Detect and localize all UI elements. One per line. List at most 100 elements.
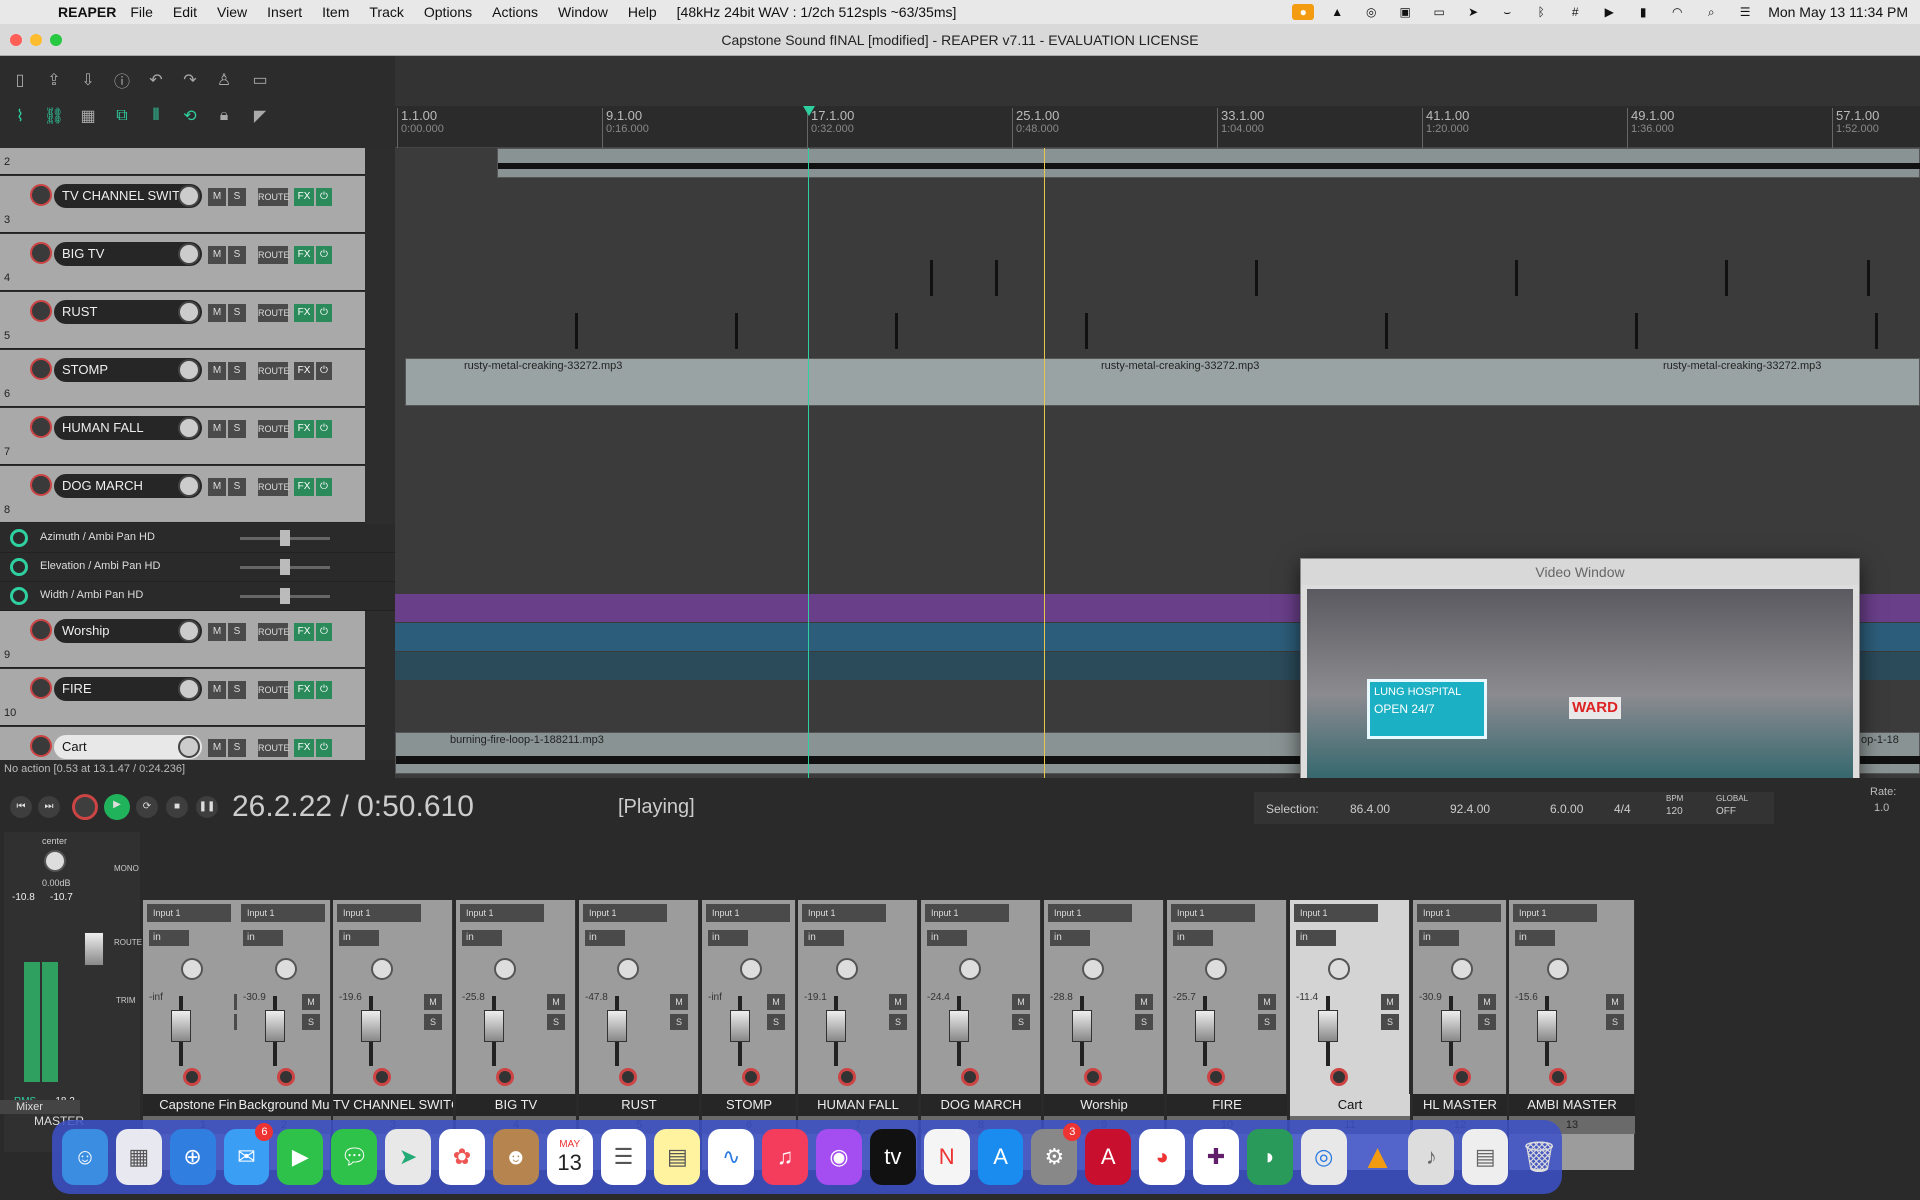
mute-button[interactable]: M [208,188,226,206]
input-monitor[interactable]: in [927,930,967,946]
send-icon[interactable]: ➤ [1462,4,1484,20]
input-select[interactable]: Input 1 [460,904,544,922]
volume-knob[interactable] [178,678,200,700]
record-arm-button[interactable] [1207,1068,1225,1086]
documents-stack-icon[interactable]: ▤ [1462,1129,1509,1185]
midi-event[interactable] [1515,260,1518,296]
fx-button[interactable]: FX [294,420,314,438]
undo-icon[interactable]: ↶ [144,68,168,92]
mute-button[interactable]: M [208,739,226,757]
global-automation[interactable]: OFF [1716,806,1736,817]
mute-button[interactable]: M [208,304,226,322]
record-arm-button[interactable] [1453,1068,1471,1086]
midi-event[interactable] [1635,313,1638,349]
input-monitor[interactable]: in [585,930,625,946]
envelope-arm-icon[interactable] [10,529,28,547]
solo-button[interactable]: S [670,1014,688,1030]
route-button[interactable]: ROUTE [258,362,290,380]
solo-button[interactable]: S [228,739,246,757]
reminders-icon[interactable]: ☰ [600,1129,647,1185]
link-icon[interactable]: ⛓ [42,104,66,128]
input-select[interactable]: Input 1 [337,904,421,922]
fx-bypass-icon[interactable]: ⏻ [316,362,332,380]
mute-button[interactable]: M [1258,994,1276,1010]
volume-fader[interactable] [265,1010,285,1042]
solo-button[interactable]: S [1135,1014,1153,1030]
record-button[interactable] [72,794,98,820]
menu-actions[interactable]: Actions [492,4,538,20]
input-select[interactable]: Input 1 [147,904,231,922]
trash-icon[interactable]: 🗑︎ [1516,1129,1562,1185]
track-7[interactable]: 7 HUMAN FALL M S ROUTE FX ⏻ [0,408,365,465]
volume-knob[interactable] [178,243,200,265]
record-arm-button[interactable] [1084,1068,1102,1086]
freeform-icon[interactable]: ∿ [708,1129,755,1185]
envelope-tool-icon[interactable]: ◤ [248,104,272,128]
solo-button[interactable]: S [1012,1014,1030,1030]
volume-fader[interactable] [1537,1010,1557,1042]
track-10[interactable]: 10 FIRE M S ROUTE FX ⏻ [0,669,365,726]
fx-button[interactable]: FX [294,188,314,206]
volume-fader[interactable] [949,1010,969,1042]
record-arm-button[interactable] [30,474,52,496]
finder-icon[interactable]: ☺ [62,1129,108,1185]
solo-button[interactable]: S [228,362,246,380]
route-button[interactable]: ROUTE [258,188,290,206]
volume-fader[interactable] [484,1010,504,1042]
track-9[interactable]: 9 Worship M S ROUTE FX ⏻ [0,611,365,668]
selection-start[interactable]: 86.4.00 [1350,802,1390,816]
input-select[interactable]: Input 1 [1294,904,1378,922]
solo-button[interactable]: S [1478,1014,1496,1030]
midi-event[interactable] [1875,313,1878,349]
chrome-icon[interactable]: ◕ [1139,1129,1186,1185]
solo-button[interactable]: S [228,420,246,438]
close-window-button[interactable] [10,34,22,46]
midi-event[interactable] [895,313,898,349]
record-arm-button[interactable] [1549,1068,1567,1086]
input-monitor[interactable]: in [149,930,189,946]
mute-button[interactable]: M [1381,994,1399,1010]
input-monitor[interactable]: in [462,930,502,946]
mustache-icon[interactable]: ⌣ [1496,4,1518,20]
volume-fader[interactable] [361,1010,381,1042]
mute-button[interactable]: M [302,994,320,1010]
apple-tv-icon[interactable]: tv [869,1129,916,1185]
record-arm-button[interactable] [373,1068,391,1086]
record-arm-button[interactable] [742,1068,760,1086]
pan-knob[interactable] [494,958,516,980]
menu-track[interactable]: Track [369,4,403,20]
solo-button[interactable]: S [424,1014,442,1030]
solo-button[interactable]: S [1258,1014,1276,1030]
record-arm-button[interactable] [30,735,52,757]
record-arm-button[interactable] [30,242,52,264]
fx-button[interactable]: FX [294,362,314,380]
leaf-app-icon[interactable]: ◗ [1246,1129,1293,1185]
record-arm-button[interactable] [961,1068,979,1086]
volume-knob[interactable] [178,359,200,381]
app-store-icon[interactable]: A [977,1129,1024,1185]
input-monitor[interactable]: in [708,930,748,946]
mute-button[interactable]: M [208,623,226,641]
fx-button[interactable]: FX [294,304,314,322]
quicktime-icon[interactable]: ◎ [1300,1129,1347,1185]
safari-icon[interactable]: ⊕ [169,1129,216,1185]
fx-button[interactable]: FX [294,739,314,757]
contacts-icon[interactable]: ☻ [492,1129,539,1185]
bpm-value[interactable]: 120 [1666,806,1683,817]
fx-button[interactable]: FX [294,681,314,699]
mute-button[interactable]: M [1135,994,1153,1010]
solo-button[interactable]: S [228,623,246,641]
input-monitor[interactable]: in [1050,930,1090,946]
pan-knob[interactable] [959,958,981,980]
volume-knob[interactable] [178,475,200,497]
wd-icon[interactable]: ▭ [1428,4,1450,20]
midi-event[interactable] [1385,313,1388,349]
pan-knob[interactable] [836,958,858,980]
go-to-start-icon[interactable]: ⏮ [10,796,32,818]
solo-button[interactable]: S [302,1014,320,1030]
midi-event[interactable] [930,260,933,296]
selection-length[interactable]: 6.0.00 [1550,802,1583,816]
route-button[interactable]: ROUTE [258,304,290,322]
mute-button[interactable]: M [889,994,907,1010]
envelope-width[interactable]: Width / Ambi Pan HD [0,582,395,611]
